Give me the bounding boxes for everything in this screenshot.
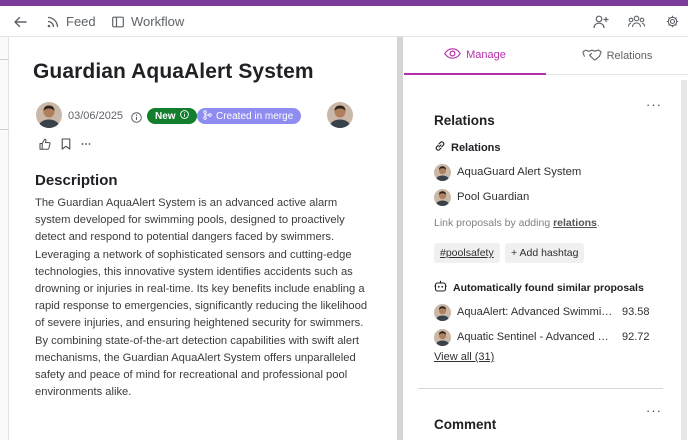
add-hashtag-button[interactable]: + Add hashtag (505, 243, 585, 263)
relation-item[interactable]: Pool Guardian (434, 188, 529, 206)
status-badge[interactable]: New (147, 108, 197, 124)
tab-relations-label: Relations (606, 50, 653, 62)
tab-relations[interactable]: Relations (546, 37, 688, 75)
similarity-score: 93.58 (622, 306, 650, 318)
workflow-label: Workflow (131, 14, 185, 29)
avatar (434, 303, 451, 321)
avatar (434, 188, 451, 206)
comment-heading: Comment (434, 417, 497, 432)
handshake-icon (581, 48, 607, 64)
view-all-link[interactable]: View all (31) (434, 351, 494, 363)
panel-tabs: Manage Relations (404, 37, 688, 75)
proposal-title: Guardian AquaAlert System (33, 60, 314, 83)
similar-heading: Automatically found similar proposals (434, 280, 644, 295)
divider (418, 388, 663, 389)
rss-icon (47, 16, 59, 28)
workflow-button[interactable]: Workflow (112, 6, 184, 37)
similar-proposal-name: Aquatic Sentinel - Advanced Pool Safety (457, 331, 615, 343)
author-avatar[interactable] (36, 102, 62, 128)
similar-proposal[interactable]: AquaAlert: Advanced Swimming Pool Safety… (434, 303, 676, 321)
more-horizontal-icon (81, 137, 91, 154)
merge-icon (203, 109, 212, 123)
columns-icon (112, 16, 124, 28)
similarity-score: 92.72 (622, 331, 650, 343)
merge-badge[interactable]: Created in merge (197, 108, 302, 124)
gear-icon (666, 15, 679, 28)
people-icon (628, 15, 645, 28)
description-heading: Description (35, 172, 118, 189)
relation-label: AquaGuard Alert System (457, 166, 582, 178)
relation-item[interactable]: AquaGuard Alert System (434, 163, 581, 181)
hashtag-chip[interactable]: #poolsafety (434, 243, 500, 263)
comment-more-button[interactable]: ··· (646, 403, 662, 418)
merge-badge-label: Created in merge (216, 110, 294, 122)
relations-subheading: Relations (434, 140, 501, 155)
avatar (434, 163, 451, 181)
more-actions-button[interactable] (81, 137, 91, 155)
add-user-icon (593, 15, 609, 29)
thumbs-up-icon (39, 137, 51, 154)
relation-label: Pool Guardian (457, 191, 530, 203)
assignee-avatar[interactable] (327, 102, 353, 128)
add-user-button[interactable] (593, 6, 609, 37)
left-rail (0, 37, 9, 440)
panel-scrollbar[interactable] (681, 80, 687, 440)
tab-manage[interactable]: Manage (404, 37, 546, 75)
info-icon[interactable] (131, 110, 142, 128)
eye-icon (444, 48, 466, 62)
relations-more-button[interactable]: ··· (646, 97, 662, 112)
relations-hint: Link proposals by adding relations. (434, 217, 600, 229)
similar-proposal[interactable]: Aquatic Sentinel - Advanced Pool Safety … (434, 328, 676, 346)
rail-marker (0, 129, 9, 130)
rail-marker (0, 59, 9, 60)
tab-manage-label: Manage (466, 49, 506, 61)
relations-link[interactable]: relations (553, 217, 597, 229)
scrollbar[interactable] (397, 37, 403, 440)
bookmark-icon (61, 137, 71, 154)
feed-label: Feed (66, 14, 96, 29)
relations-subheading-label: Relations (451, 141, 501, 154)
similar-proposal-name: AquaAlert: Advanced Swimming Pool Safety (457, 306, 615, 318)
hint-suffix: . (596, 217, 600, 229)
top-toolbar: Feed Workflow (0, 6, 688, 37)
link-icon (434, 140, 446, 155)
status-badge-label: New (155, 110, 176, 122)
arrow-left-icon (13, 15, 27, 29)
info-icon (179, 110, 189, 122)
avatar (434, 328, 451, 346)
settings-button[interactable] (666, 6, 679, 37)
bookmark-button[interactable] (61, 137, 71, 155)
hint-prefix: Link proposals by adding (434, 217, 554, 229)
proposal-date: 03/06/2025 (68, 110, 124, 122)
description-text: The Guardian AquaAlert System is an adva… (35, 197, 368, 399)
like-button[interactable] (39, 137, 51, 155)
robot-icon (434, 280, 447, 295)
similar-heading-label: Automatically found similar proposals (453, 281, 644, 294)
back-button[interactable] (13, 6, 27, 37)
people-button[interactable] (628, 6, 645, 37)
relations-heading: Relations (434, 113, 495, 128)
feed-button[interactable]: Feed (47, 6, 96, 37)
